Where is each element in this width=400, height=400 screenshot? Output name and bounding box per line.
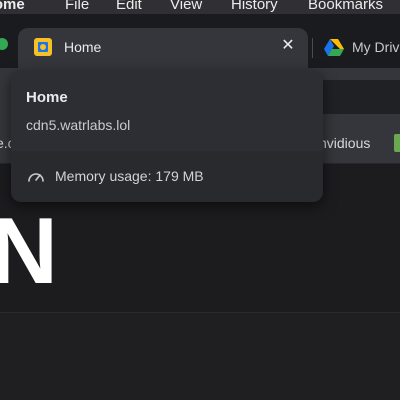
site-logo: N	[0, 198, 58, 303]
menu-edit[interactable]: Edit	[116, 0, 142, 14]
gauge-icon	[27, 169, 45, 183]
tab-title: Home	[64, 39, 102, 55]
hover-card-header	[11, 71, 323, 151]
content-band	[0, 312, 400, 400]
tab-strip: Home ✕ My Driv	[0, 14, 400, 76]
google-drive-icon	[324, 38, 344, 56]
menu-view[interactable]: View	[170, 0, 202, 14]
hover-card-url: cdn5.watrlabs.lol	[26, 117, 131, 133]
google-slides-icon	[34, 38, 52, 56]
tab-my-drive[interactable]: My Driv	[322, 28, 400, 68]
tab-title: My Driv	[352, 39, 400, 55]
bookmark-invidious[interactable]: nvidious	[319, 134, 370, 152]
browser-window: rome File Edit View History Bookmarks Ho…	[0, 0, 400, 400]
menu-file[interactable]: File	[65, 0, 89, 14]
close-tab-icon[interactable]: ✕	[276, 34, 300, 58]
menu-bar: rome File Edit View History Bookmarks	[0, 0, 400, 14]
menu-app-name[interactable]: rome	[0, 0, 25, 14]
tab-favicon-icon	[0, 38, 8, 50]
menu-bookmarks[interactable]: Bookmarks	[308, 0, 383, 14]
tab-previous[interactable]	[0, 30, 10, 66]
tab-home[interactable]: Home ✕	[18, 28, 308, 68]
menu-history[interactable]: History	[231, 0, 278, 14]
memory-usage: Memory usage: 179 MB	[55, 168, 204, 184]
tab-hover-card: Home cdn5.watrlabs.lol Memory usage: 179…	[11, 71, 323, 202]
hover-card-title: Home	[26, 89, 68, 106]
tab-separator	[312, 38, 313, 58]
bookmark-favicon-icon[interactable]	[394, 134, 400, 152]
